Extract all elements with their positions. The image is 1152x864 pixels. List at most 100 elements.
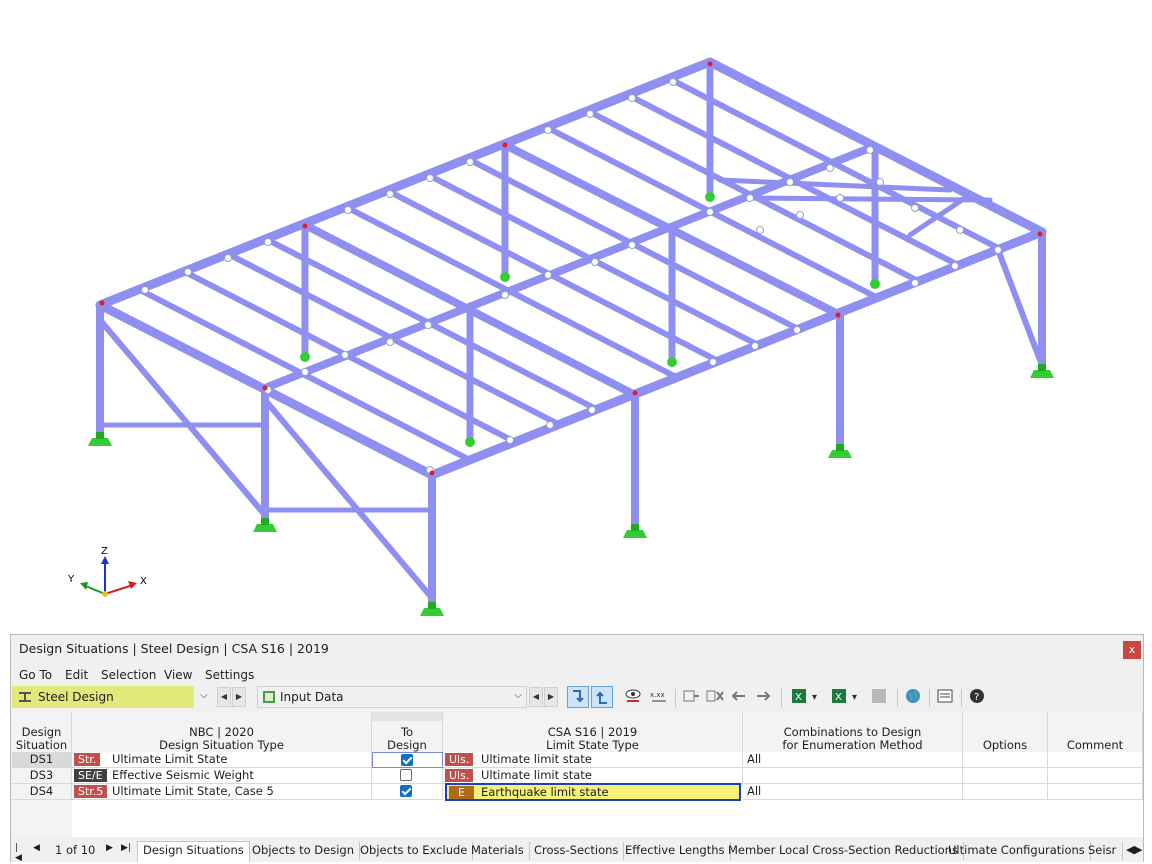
ds-type-cell[interactable]: Str.5 Ultimate Limit State, Case 5 [72, 784, 372, 800]
next-view-button[interactable]: ▶ [544, 687, 558, 707]
tab-objects-to-design[interactable]: Objects to Design [247, 842, 361, 860]
move-right-icon[interactable] [753, 686, 775, 708]
to-design-checkbox[interactable] [400, 785, 412, 797]
limit-state-cell[interactable]: E Earthquake limit state [445, 783, 741, 801]
ds-type-badge: Str. [74, 753, 101, 766]
limit-state-text: Ultimate limit state [481, 752, 592, 766]
ds-type-cell[interactable]: Str. Ultimate Limit State [72, 752, 372, 768]
col-header-options[interactable]: Options [963, 712, 1048, 752]
prev-view-button[interactable]: ◀ [529, 687, 543, 707]
panel-title: Design Situations | Steel Design | CSA S… [19, 641, 329, 656]
tab-design-situations[interactable]: Design Situations [137, 841, 250, 862]
chevron-down-icon[interactable]: ▾ [812, 692, 817, 703]
tab-bar: |◀ ◀ 1 of 10 ▶ ▶| Design Situations Obje… [11, 840, 1143, 863]
row-id[interactable]: DS4 [12, 784, 72, 800]
table-row[interactable]: DS1 Str. Ultimate Limit State Uls. Ultim… [12, 752, 1143, 768]
col-header-nbc[interactable]: NBC | 2020 Design Situation Type [72, 712, 372, 752]
tab-materials[interactable]: Materials [466, 842, 530, 860]
options-cell[interactable] [963, 768, 1048, 784]
svg-text:?: ? [974, 692, 979, 703]
last-page-icon[interactable]: ▶| [121, 843, 131, 853]
export-grey-icon[interactable] [869, 686, 891, 708]
move-left-icon[interactable] [729, 686, 751, 708]
row-header-gutter [12, 800, 72, 837]
toolbar: Steel Design ⌵ ◀ ▶ Input Data ⌵ ◀ ▶ x.xx [11, 685, 1143, 711]
menu-go-to[interactable]: Go To [19, 668, 52, 682]
combinations-cell[interactable] [743, 768, 963, 784]
options-cell[interactable] [963, 752, 1048, 768]
comment-cell[interactable] [1048, 768, 1143, 784]
combinations-cell[interactable]: All [743, 752, 963, 768]
col-header-csa[interactable]: CSA S16 | 2019 Limit State Type [443, 712, 743, 752]
comment-cell[interactable] [1048, 784, 1143, 800]
comment-cell[interactable] [1048, 752, 1143, 768]
tab-cross-sections[interactable]: Cross-Sections [529, 842, 625, 860]
first-page-icon[interactable]: |◀ [15, 843, 22, 863]
help-icon[interactable]: ? [967, 686, 989, 708]
combinations-cell[interactable]: All [743, 784, 963, 800]
structure-model: Z Y X [67, 57, 1054, 616]
menu-settings[interactable]: Settings [205, 668, 254, 682]
to-design-checkbox[interactable] [400, 769, 412, 781]
menu-selection[interactable]: Selection [101, 668, 156, 682]
limit-state-badge: Uls. [445, 753, 474, 766]
tab-effective-lengths[interactable]: Effective Lengths [620, 842, 731, 860]
table-row[interactable]: DS4 Str.5 Ultimate Limit State, Case 5 E… [12, 783, 1143, 801]
limit-state-cell[interactable]: Uls. Ultimate limit state [443, 752, 743, 768]
menu-view[interactable]: View [164, 668, 192, 682]
module-select[interactable]: Steel Design [12, 686, 194, 708]
view-select-label: Input Data [280, 690, 344, 704]
table-row[interactable]: DS3 SE/E Effective Seismic Weight Uls. U… [12, 768, 1143, 784]
col-header-comment[interactable]: Comment [1048, 712, 1143, 752]
to-design-checkbox[interactable] [401, 754, 413, 766]
panel-titlebar: Design Situations | Steel Design | CSA S… [11, 635, 1143, 663]
prev-module-button[interactable]: ◀ [217, 687, 231, 707]
steel-beam-icon [19, 692, 31, 702]
view-select[interactable]: Input Data ⌵ [257, 686, 527, 708]
tab-objects-to-exclude[interactable]: Objects to Exclude [355, 842, 474, 860]
globe-icon[interactable] [903, 686, 925, 708]
table-header: Design Situation NBC | 2020 Design Situati… [12, 712, 1143, 752]
to-design-cell[interactable] [372, 752, 443, 768]
chevron-down-icon[interactable]: ⌵ [200, 690, 208, 701]
svg-text:X: X [835, 692, 842, 703]
col-header-combinations[interactable]: Combinations to Design for Enumeration Me… [743, 712, 963, 752]
insert-row-icon[interactable] [681, 686, 703, 708]
tab-scroll-right-icon[interactable]: ▶ [1134, 843, 1142, 856]
limit-state-cell[interactable]: Uls. Ultimate limit state [443, 768, 743, 784]
excel-import-icon[interactable]: X [829, 686, 851, 708]
ds-type-cell[interactable]: SE/E Effective Seismic Weight [72, 768, 372, 784]
prev-page-icon[interactable]: ◀ [33, 843, 40, 853]
svg-text:x.xx: x.xx [650, 691, 665, 699]
tab-seismic[interactable]: Seisr [1083, 842, 1123, 860]
module-select-label: Steel Design [38, 690, 114, 704]
decimal-places-icon[interactable]: x.xx [649, 686, 671, 708]
view-eye-icon[interactable] [623, 686, 645, 708]
limit-state-text: Earthquake limit state [481, 785, 609, 799]
delete-row-icon[interactable] [705, 686, 727, 708]
select-back-icon[interactable] [591, 686, 613, 708]
to-design-cell[interactable] [372, 784, 443, 800]
select-forward-icon[interactable] [567, 686, 589, 708]
row-id[interactable]: DS1 [12, 752, 72, 768]
report-icon[interactable] [935, 686, 957, 708]
next-module-button[interactable]: ▶ [232, 687, 246, 707]
col-header-ds[interactable]: Design Situation [12, 712, 72, 752]
limit-state-text: Ultimate limit state [481, 768, 592, 782]
ds-type-text: Ultimate Limit State [112, 752, 228, 766]
close-button[interactable]: x [1123, 641, 1141, 659]
menu-edit[interactable]: Edit [65, 668, 88, 682]
model-viewport[interactable]: Z Y X [0, 0, 1152, 632]
tab-member-local-reductions[interactable]: Member Local Cross-Section Reductions [723, 842, 964, 860]
excel-export-icon[interactable]: X [789, 686, 811, 708]
next-page-icon[interactable]: ▶ [106, 843, 113, 853]
options-cell[interactable] [963, 784, 1048, 800]
tab-ultimate-configurations[interactable]: Ultimate Configurations [943, 842, 1091, 860]
to-design-cell[interactable] [372, 768, 443, 784]
ds-type-badge: Str.5 [74, 785, 108, 798]
row-id[interactable]: DS3 [12, 768, 72, 784]
col-header-to-design[interactable]: To Design [372, 712, 443, 752]
ds-type-text: Effective Seismic Weight [112, 768, 254, 782]
chevron-down-icon[interactable]: ▾ [852, 692, 857, 703]
chevron-down-icon[interactable]: ⌵ [514, 690, 522, 701]
